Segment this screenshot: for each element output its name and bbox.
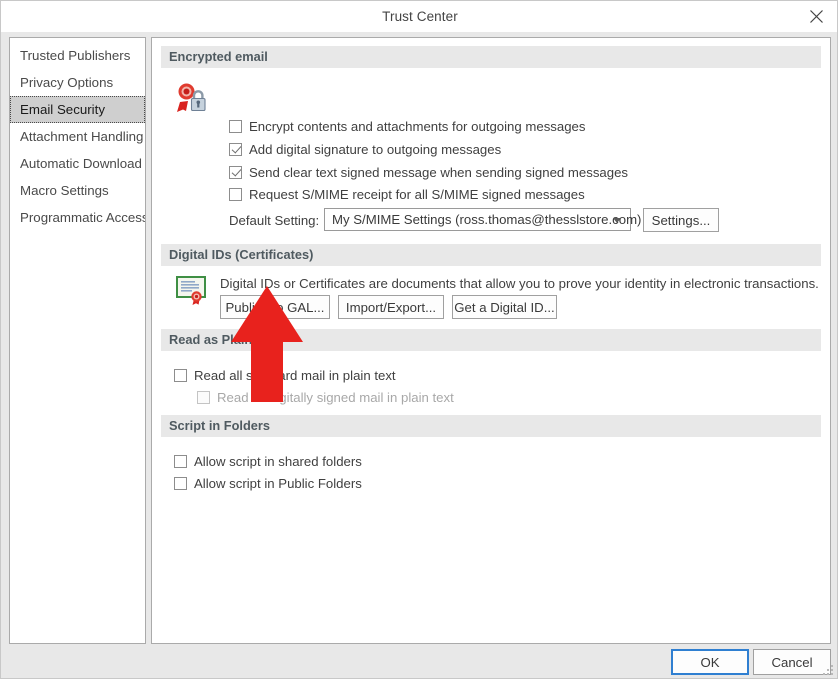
checkbox-row-add-digital-signature[interactable]: Add digital signature to outgoing messag… <box>229 142 501 157</box>
publish-to-gal-button[interactable]: Publish to GAL... <box>220 295 330 319</box>
section-header-read-as-plain-text: Read as Plain Text <box>161 329 821 351</box>
checkbox-row-request-smime-receipt[interactable]: Request S/MIME receipt for all S/MIME si… <box>229 187 585 202</box>
checkbox-label-allow-script-shared: Allow script in shared folders <box>194 454 362 469</box>
section-header-digital-ids: Digital IDs (Certificates) <box>161 244 821 266</box>
checkbox-allow-script-public[interactable] <box>174 477 187 490</box>
close-icon[interactable] <box>793 1 837 32</box>
sidebar-item-privacy-options[interactable]: Privacy Options <box>10 69 145 96</box>
section-header-encrypted-email: Encrypted email <box>161 46 821 68</box>
checkbox-row-allow-script-shared[interactable]: Allow script in shared folders <box>174 454 362 469</box>
checkbox-send-clear-text[interactable] <box>229 166 242 179</box>
ok-button[interactable]: OK <box>671 649 749 675</box>
default-setting-label: Default Setting: <box>229 213 320 228</box>
checkbox-read-signed-plain-text <box>197 391 210 404</box>
checkbox-read-standard-plain-text[interactable] <box>174 369 187 382</box>
checkbox-label-allow-script-public: Allow script in Public Folders <box>194 476 362 491</box>
checkbox-label-read-standard-plain-text: Read all standard mail in plain text <box>194 368 396 383</box>
checkbox-row-send-clear-text[interactable]: Send clear text signed message when send… <box>229 165 628 180</box>
dialog-body: Trusted Publishers Privacy Options Email… <box>1 32 837 678</box>
get-a-digital-id-button[interactable]: Get a Digital ID... <box>452 295 557 319</box>
sidebar-item-email-security[interactable]: Email Security <box>10 96 145 123</box>
section-header-script-in-folders: Script in Folders <box>161 415 821 437</box>
settings-content-panel: Encrypted email Encrypt contents and att… <box>151 37 831 644</box>
title-bar: Trust Center <box>1 1 837 32</box>
checkbox-allow-script-shared[interactable] <box>174 455 187 468</box>
checkbox-label-encrypt-contents: Encrypt contents and attachments for out… <box>249 119 586 134</box>
digital-ids-description: Digital IDs or Certificates are document… <box>220 276 819 291</box>
sidebar-item-trusted-publishers[interactable]: Trusted Publishers <box>10 42 145 69</box>
trust-center-dialog: Trust Center Trusted Publishers Privacy … <box>0 0 838 679</box>
settings-button[interactable]: Settings... <box>643 208 719 232</box>
chevron-down-icon <box>613 217 621 223</box>
sidebar-nav: Trusted Publishers Privacy Options Email… <box>9 37 146 644</box>
import-export-button[interactable]: Import/Export... <box>338 295 444 319</box>
checkbox-row-allow-script-public[interactable]: Allow script in Public Folders <box>174 476 362 491</box>
checkbox-request-smime-receipt[interactable] <box>229 188 242 201</box>
checkbox-label-add-digital-signature: Add digital signature to outgoing messag… <box>249 142 502 157</box>
checkbox-row-encrypt-contents[interactable]: Encrypt contents and attachments for out… <box>229 119 585 134</box>
checkbox-row-read-standard-plain-text[interactable]: Read all standard mail in plain text <box>174 368 396 383</box>
checkbox-label-request-smime-receipt: Request S/MIME receipt for all S/MIME si… <box>249 187 585 202</box>
checkbox-label-send-clear-text: Send clear text signed message when send… <box>249 165 629 180</box>
certificate-document-icon <box>174 272 208 311</box>
checkbox-row-read-signed-plain-text: Read all digitally signed mail in plain … <box>197 390 454 405</box>
default-setting-value: My S/MIME Settings (ross.thomas@thesslst… <box>332 212 642 227</box>
default-setting-dropdown[interactable]: My S/MIME Settings (ross.thomas@thesslst… <box>324 208 641 231</box>
sidebar-item-automatic-download[interactable]: Automatic Download <box>10 150 145 177</box>
resize-grip[interactable] <box>823 665 835 677</box>
checkbox-add-digital-signature[interactable] <box>229 143 242 156</box>
cancel-button[interactable]: Cancel <box>753 649 831 675</box>
sidebar-item-attachment-handling[interactable]: Attachment Handling <box>10 123 145 150</box>
window-title: Trust Center <box>382 9 458 24</box>
checkbox-label-read-signed-plain-text: Read all digitally signed mail in plain … <box>217 390 454 405</box>
sidebar-item-macro-settings[interactable]: Macro Settings <box>10 177 145 204</box>
checkbox-encrypt-contents[interactable] <box>229 120 242 133</box>
sidebar-item-programmatic-access[interactable]: Programmatic Access <box>10 204 145 231</box>
certificate-lock-icon <box>174 80 208 119</box>
